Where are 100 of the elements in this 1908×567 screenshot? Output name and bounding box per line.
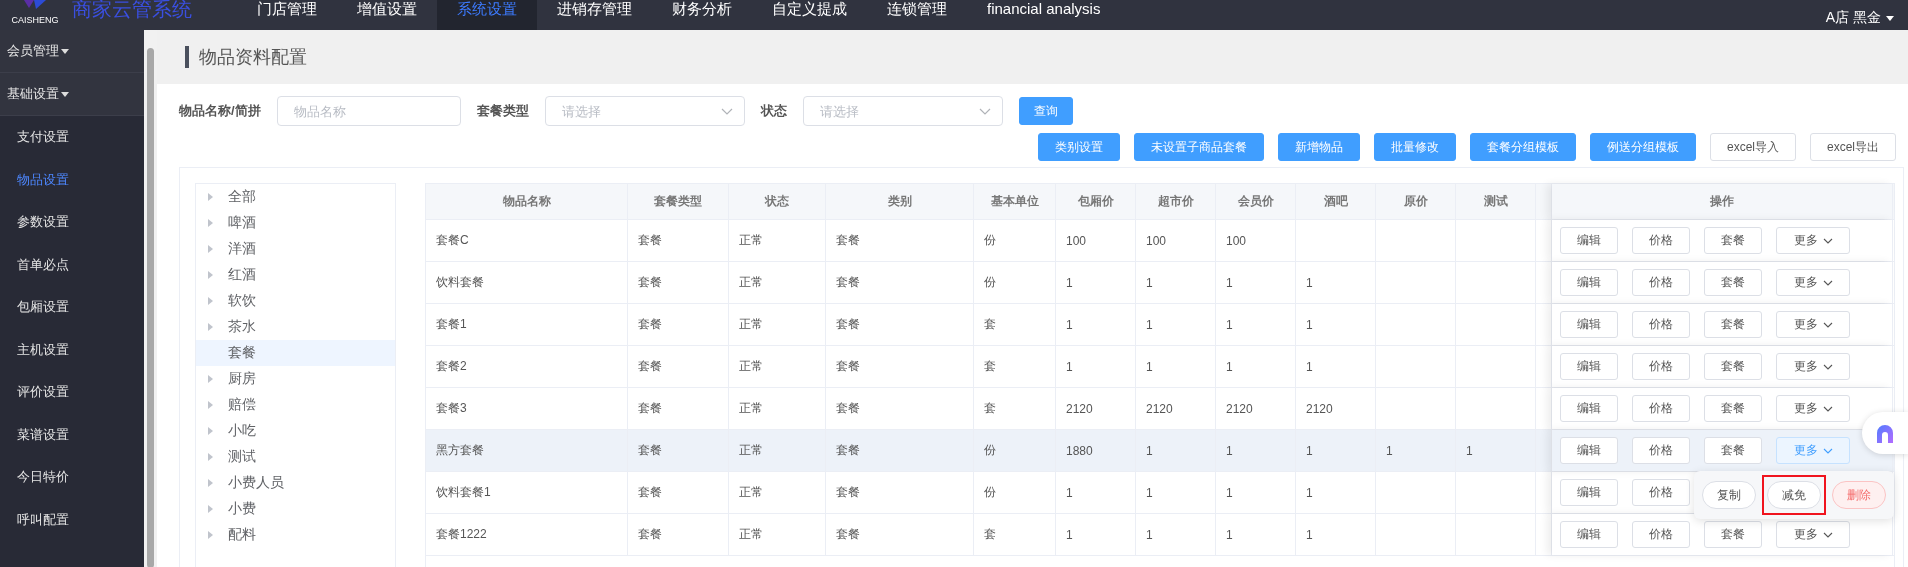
tree-item[interactable]: 茶水 xyxy=(196,314,395,340)
table-cell: 1 xyxy=(1306,359,1313,374)
table-cell: 套餐 xyxy=(836,526,860,543)
sidebar-item[interactable]: 包厢设置 xyxy=(0,286,144,329)
table-cell: 套餐 xyxy=(638,484,662,501)
tree-item[interactable]: 小费人员 xyxy=(196,470,395,496)
row-action-button[interactable]: 编辑 xyxy=(1560,437,1618,464)
toolbar-button[interactable]: excel导出 xyxy=(1810,133,1896,161)
table-cell: 1 xyxy=(1466,443,1473,458)
more-button[interactable]: 更多 xyxy=(1776,227,1850,254)
more-button[interactable]: 更多 xyxy=(1776,311,1850,338)
row-action-button[interactable]: 套餐 xyxy=(1704,521,1762,548)
row-action-button[interactable]: 编辑 xyxy=(1560,479,1618,506)
table-cell: 1 xyxy=(1226,275,1233,290)
row-action-button[interactable]: 编辑 xyxy=(1560,311,1618,338)
row-action-button[interactable]: 价格 xyxy=(1632,395,1690,422)
row-action-button[interactable]: 编辑 xyxy=(1560,227,1618,254)
tree-item[interactable]: 红酒 xyxy=(196,262,395,288)
nav-tab[interactable]: 增值设置 xyxy=(337,0,437,30)
sidebar-item[interactable]: 物品设置 xyxy=(0,158,144,201)
tree-item[interactable]: 赔偿 xyxy=(196,392,395,418)
table-cell: 份 xyxy=(984,232,996,249)
table-cell: 正常 xyxy=(739,442,763,459)
row-action-button[interactable]: 价格 xyxy=(1632,227,1690,254)
row-action-button[interactable]: 编辑 xyxy=(1560,395,1618,422)
table-cell: 套餐 xyxy=(836,442,860,459)
sidebar-item[interactable]: 评价设置 xyxy=(0,371,144,414)
table-cell: 套 xyxy=(984,400,996,417)
sidebar-group[interactable]: 会员管理 xyxy=(0,30,144,73)
table-cell: 饮料套餐 xyxy=(436,274,484,291)
nav-tab[interactable]: 门店管理 xyxy=(237,0,337,30)
row-action-button[interactable]: 价格 xyxy=(1632,479,1690,506)
chevron-down-icon xyxy=(1822,531,1833,538)
toolbar-button[interactable]: excel导入 xyxy=(1709,133,1796,161)
table-cell: 1 xyxy=(1066,359,1073,374)
tree-item[interactable]: 全部 xyxy=(196,184,395,210)
sidebar-item[interactable]: 参数设置 xyxy=(0,201,144,244)
table-cell: 1 xyxy=(1306,317,1313,332)
table-cell: 1 xyxy=(1306,527,1313,542)
table-cell: 1 xyxy=(1066,485,1073,500)
tree-item[interactable]: 测试 xyxy=(196,444,395,470)
row-action-button[interactable]: 套餐 xyxy=(1704,269,1762,296)
table-cell: 1 xyxy=(1146,359,1153,374)
tree-item[interactable]: 小费 xyxy=(196,496,395,522)
caret-icon xyxy=(1886,15,1894,21)
select-field[interactable]: 请选择 xyxy=(544,96,745,126)
sidebar-item[interactable]: 主机设置 xyxy=(0,328,144,371)
user-menu[interactable]: A店 黑金 xyxy=(1825,0,1908,30)
row-action-button[interactable]: 套餐 xyxy=(1704,395,1762,422)
column-header: 酒吧 xyxy=(1296,184,1376,219)
row-action-button[interactable]: 编辑 xyxy=(1560,521,1618,548)
menu-button[interactable]: 减免 xyxy=(1767,481,1821,509)
scrollbar[interactable] xyxy=(144,30,157,567)
nav-tab[interactable]: 连锁管理 xyxy=(867,0,967,30)
more-button[interactable]: 更多 xyxy=(1776,395,1850,422)
sidebar-group[interactable]: 基础设置 xyxy=(0,73,144,116)
nav-tab[interactable]: 自定义提成 xyxy=(752,0,867,30)
more-button[interactable]: 更多 xyxy=(1776,353,1850,380)
row-action-button[interactable]: 套餐 xyxy=(1704,227,1762,254)
row-action-button[interactable]: 价格 xyxy=(1632,353,1690,380)
nav-tab[interactable]: 财务分析 xyxy=(652,0,752,30)
sidebar-item[interactable]: 菜谱设置 xyxy=(0,413,144,456)
row-action-button[interactable]: 价格 xyxy=(1632,521,1690,548)
page-title: 物品资料配置 xyxy=(185,46,307,68)
more-button[interactable]: 更多 xyxy=(1776,521,1850,548)
tree-item[interactable]: 厨房 xyxy=(196,366,395,392)
row-action-button[interactable]: 价格 xyxy=(1632,437,1690,464)
row-action-button[interactable]: 套餐 xyxy=(1704,311,1762,338)
nav-tab[interactable]: 进销存管理 xyxy=(537,0,652,30)
assistant-button[interactable] xyxy=(1862,412,1908,454)
table-cell: 1 xyxy=(1146,443,1153,458)
table-cell: 100 xyxy=(1146,233,1167,248)
menu-button[interactable]: 复制 xyxy=(1702,481,1756,509)
select-field[interactable]: 请选择 xyxy=(802,96,1003,126)
row-action-button[interactable]: 价格 xyxy=(1632,311,1690,338)
tree-item[interactable]: 套餐 xyxy=(196,340,395,366)
nav-tab[interactable]: 系统设置 xyxy=(437,0,537,30)
row-action-button[interactable]: 编辑 xyxy=(1560,269,1618,296)
arch-icon xyxy=(1874,422,1896,444)
tree-item[interactable]: 洋酒 xyxy=(196,236,395,262)
row-action-button[interactable]: 套餐 xyxy=(1704,353,1762,380)
tree-item[interactable]: 小吃 xyxy=(196,418,395,444)
tree-item[interactable]: 软饮 xyxy=(196,288,395,314)
chevron-down-icon xyxy=(1822,363,1833,370)
nav-tab[interactable]: financial analysis xyxy=(967,0,1121,30)
more-button[interactable]: 更多 xyxy=(1776,269,1850,296)
row-action-button[interactable]: 编辑 xyxy=(1560,353,1618,380)
tree-item[interactable]: 啤酒 xyxy=(196,210,395,236)
tree-item[interactable]: 配料 xyxy=(196,522,395,548)
row-action-button[interactable]: 套餐 xyxy=(1704,437,1762,464)
input-field[interactable]: 物品名称 xyxy=(276,96,461,126)
column-header: 超市价 xyxy=(1136,184,1216,219)
field-label: 套餐类型 xyxy=(476,102,529,120)
column-header: 原价 xyxy=(1376,184,1456,219)
sidebar-item[interactable]: 支付设置 xyxy=(0,116,144,159)
sidebar-item[interactable]: 呼叫配置 xyxy=(0,498,144,541)
sidebar-item[interactable]: 今日特价 xyxy=(0,456,144,499)
field-label: 状态 xyxy=(760,102,787,120)
row-action-button[interactable]: 价格 xyxy=(1632,269,1690,296)
sidebar-item[interactable]: 首单必点 xyxy=(0,243,144,286)
